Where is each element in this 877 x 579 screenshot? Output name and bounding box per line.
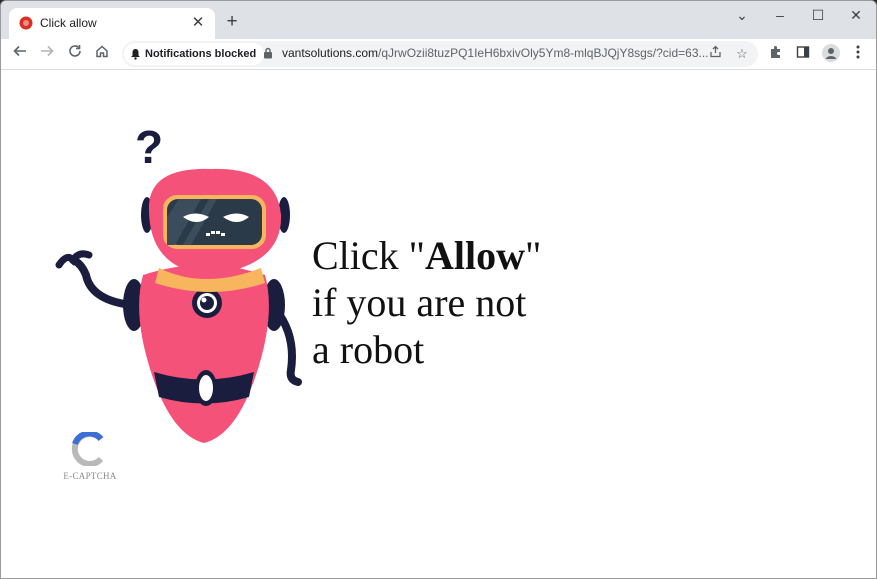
- headline-allow-word: Allow: [425, 233, 525, 278]
- headline-text: Click "Allow" if you are not a robot: [312, 232, 541, 373]
- minimize-button[interactable]: –: [761, 1, 799, 31]
- url-host: vantsolutions.com: [282, 46, 379, 60]
- lock-icon[interactable]: [263, 47, 273, 59]
- close-window-button[interactable]: ✕: [837, 1, 875, 31]
- bell-icon: [131, 49, 140, 60]
- forward-arrow-icon: [41, 45, 54, 57]
- tab-active[interactable]: Click allow ✕: [9, 8, 215, 39]
- share-icon[interactable]: [706, 45, 724, 63]
- headline-line1-suffix: ": [525, 233, 542, 278]
- browser-window: Click allow ✕ + ⌄ – ☐ ✕ Notifications bl…: [0, 0, 877, 579]
- side-panel-icon[interactable]: [793, 44, 813, 64]
- maximize-button[interactable]: ☐: [799, 1, 837, 31]
- tab-close-icon[interactable]: ✕: [189, 14, 207, 32]
- url-path: /qJrwOzii8tuzPQ1IeH6bxivOly5Ym8-mlqBJQjY…: [378, 46, 709, 60]
- tab-search-icon[interactable]: ⌄: [723, 1, 761, 31]
- extensions-icon[interactable]: [766, 44, 786, 64]
- reload-icon: [69, 45, 81, 57]
- headline-line1: Click "Allow": [312, 232, 541, 279]
- tab-title: Click allow: [40, 16, 97, 30]
- home-button[interactable]: [90, 42, 114, 66]
- headline-line1-prefix: Click ": [312, 233, 425, 278]
- new-tab-button[interactable]: +: [222, 12, 242, 32]
- back-arrow-icon: [13, 45, 26, 57]
- profile-avatar-icon[interactable]: [821, 44, 841, 64]
- forward-button[interactable]: [35, 42, 59, 66]
- headline-line2: if you are not: [312, 280, 527, 325]
- bookmark-star-icon[interactable]: ☆: [733, 45, 751, 63]
- notifications-blocked-chip[interactable]: Notifications blocked: [124, 43, 265, 65]
- address-bar[interactable]: Notifications blocked vantsolutions.com/…: [122, 41, 758, 67]
- favicon-icon: [19, 16, 33, 30]
- notifications-blocked-label: Notifications blocked: [145, 48, 257, 60]
- tab-strip: Click allow ✕ + ⌄ – ☐ ✕: [1, 1, 876, 39]
- back-button[interactable]: [8, 42, 32, 66]
- browser-toolbar: Notifications blocked vantsolutions.com/…: [1, 39, 876, 70]
- robot-illustration: ?: [55, 125, 302, 443]
- menu-kebab-icon[interactable]: [848, 44, 868, 64]
- page-content: ? Click "Allow" if you are not a robot E…: [1, 70, 876, 578]
- question-mark-icon: ?: [135, 125, 163, 173]
- captcha-logo-icon: [71, 432, 104, 466]
- url-text[interactable]: vantsolutions.com/qJrwOzii8tuzPQ1IeH6bxi…: [282, 46, 709, 60]
- reload-button[interactable]: [63, 42, 87, 66]
- captcha-label: E-CAPTCHA: [63, 471, 117, 481]
- headline-line3: a robot: [312, 327, 425, 372]
- home-icon: [96, 45, 108, 58]
